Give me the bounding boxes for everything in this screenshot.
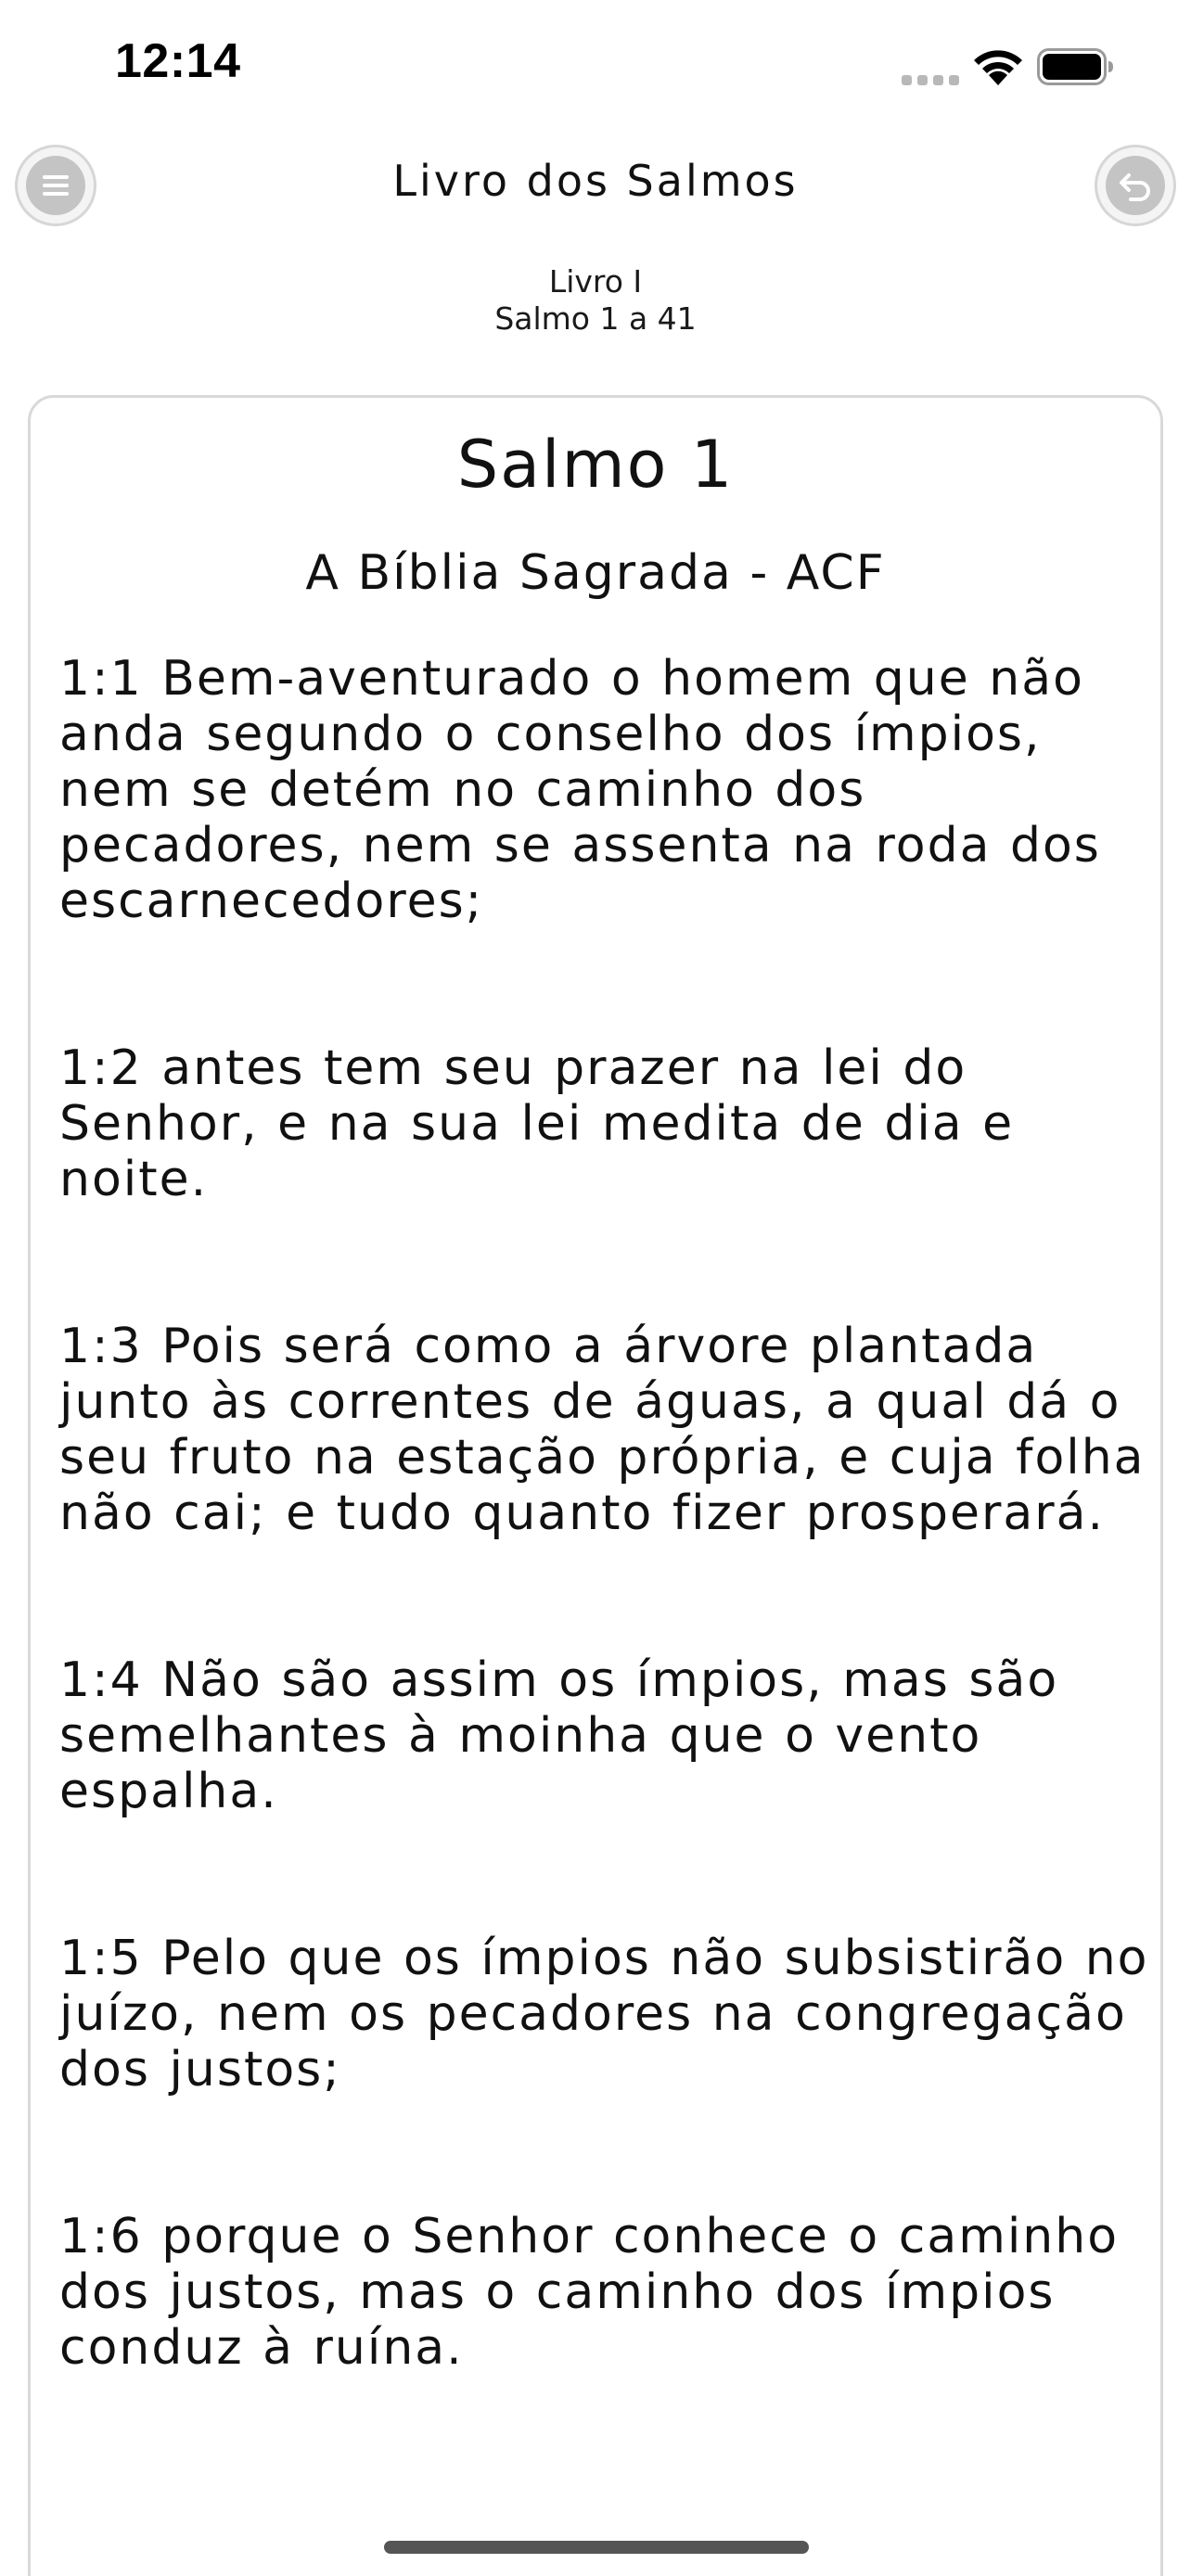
book-label: Livro I xyxy=(548,263,643,300)
status-bar: 12:14 xyxy=(0,0,1191,130)
psalm-title: Salmo 1 xyxy=(456,427,735,503)
cellular-signal-icon xyxy=(902,72,959,85)
undo-icon xyxy=(1106,156,1165,215)
verse-list: 1:1 Bem-aventurado o homem que não anda … xyxy=(59,651,1154,2487)
verse: 1:1 Bem-aventurado o homem que não anda … xyxy=(59,651,1101,929)
book-subtitle: Livro I Salmo 1 a 41 xyxy=(0,263,1191,338)
verse: 1:4 Não são assim os ímpios, mas são sem… xyxy=(59,1652,1059,1819)
battery-icon xyxy=(1037,48,1113,85)
translation-label: A Bíblia Sagrada - ACF xyxy=(305,545,886,601)
wifi-icon xyxy=(974,50,1022,85)
back-button[interactable] xyxy=(1095,145,1176,226)
psalm-range-label: Salmo 1 a 41 xyxy=(494,300,697,337)
verse: 1:5 Pelo que os ímpios não subsistirão n… xyxy=(59,1931,1149,2098)
verse: 1:2 antes tem seu prazer na lei do Senho… xyxy=(59,1040,1015,1207)
home-indicator[interactable] xyxy=(384,2541,809,2554)
verse: 1:3 Pois será como a árvore plantada jun… xyxy=(59,1319,1146,1541)
status-time: 12:14 xyxy=(115,34,241,88)
page-title: Livro dos Salmos xyxy=(392,156,799,206)
verse: 1:6 porque o Senhor conhece o caminho do… xyxy=(59,2209,1120,2376)
